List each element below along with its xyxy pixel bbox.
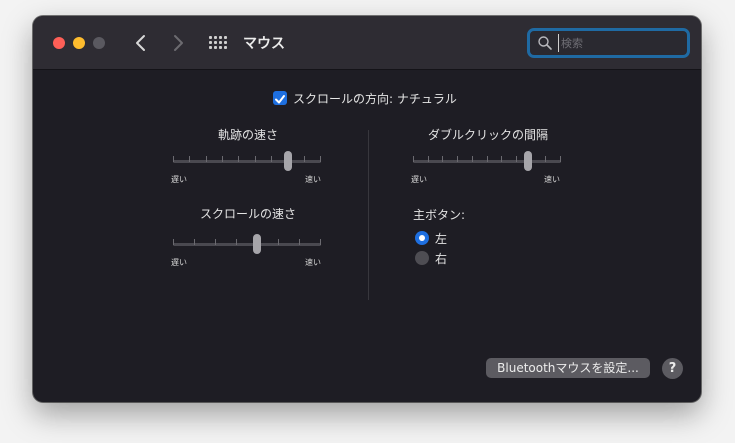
grid-dot bbox=[209, 36, 212, 39]
tracking-speed-label: 軌跡の速さ bbox=[217, 128, 278, 142]
scroll-speed-slider[interactable] bbox=[173, 234, 321, 254]
scroll-speed-min-label: 遅い bbox=[171, 258, 187, 267]
scroll-direction-label: スクロールの方向: ナチュラル bbox=[293, 92, 457, 106]
slider-tick bbox=[173, 156, 174, 162]
grid-dot bbox=[214, 36, 217, 39]
slider-tick bbox=[215, 239, 216, 245]
minimize-button[interactable] bbox=[73, 37, 85, 49]
chevron-right-icon bbox=[174, 35, 183, 51]
slider-tick bbox=[189, 156, 190, 162]
double-click-max-label: 速い bbox=[544, 175, 560, 184]
slider-tick bbox=[428, 156, 429, 162]
slider-tick bbox=[206, 156, 207, 162]
primary-button-right-option[interactable]: 右 bbox=[415, 250, 475, 266]
back-button[interactable] bbox=[128, 30, 154, 56]
slider-tick bbox=[271, 156, 272, 162]
tracking-speed-max-label: 速い bbox=[305, 175, 321, 184]
double-click-speed-slider[interactable] bbox=[413, 151, 561, 171]
scroll-direction-checkbox[interactable] bbox=[273, 91, 287, 105]
double-click-min-label: 遅い bbox=[411, 175, 427, 184]
magnifier-icon bbox=[538, 36, 552, 50]
forward-button[interactable] bbox=[165, 30, 191, 56]
column-divider bbox=[368, 130, 369, 300]
radio-right[interactable] bbox=[415, 251, 429, 265]
slider-tick bbox=[320, 239, 321, 245]
slider-tick bbox=[238, 156, 239, 162]
help-button[interactable]: ? bbox=[662, 358, 683, 379]
tracking-speed-slider[interactable] bbox=[173, 151, 321, 171]
grid-dot bbox=[224, 41, 227, 44]
grid-dot bbox=[224, 36, 227, 39]
slider-tick bbox=[236, 239, 237, 245]
grid-dot bbox=[224, 46, 227, 49]
slider-tick bbox=[442, 156, 443, 162]
slider-tick bbox=[222, 156, 223, 162]
slider-tick bbox=[516, 156, 517, 162]
grid-dot bbox=[219, 36, 222, 39]
scroll-speed-max-label: 速い bbox=[305, 258, 321, 267]
scroll-speed-label: スクロールの速さ bbox=[199, 207, 296, 221]
close-button[interactable] bbox=[53, 37, 65, 49]
slider-tick bbox=[194, 239, 195, 245]
show-all-grid-icon[interactable] bbox=[209, 36, 229, 50]
slider-tick bbox=[173, 239, 174, 245]
slider-tick bbox=[487, 156, 488, 162]
slider-tick bbox=[320, 156, 321, 162]
titlebar: マウス bbox=[33, 16, 701, 70]
slider-track bbox=[173, 160, 321, 163]
slider-tick bbox=[299, 239, 300, 245]
slider-tick bbox=[413, 156, 414, 162]
slider-thumb[interactable] bbox=[284, 151, 292, 171]
system-preferences-window: マウス スクロールの方向: ナチュラル 軌跡の速さ 遅い 速い スクロールの速さ… bbox=[33, 16, 701, 402]
search-input[interactable] bbox=[558, 34, 683, 52]
grid-dot bbox=[219, 41, 222, 44]
double-click-speed-label: ダブルクリックの間隔 bbox=[427, 128, 548, 142]
primary-button-left-option[interactable]: 左 bbox=[415, 230, 475, 246]
radio-left-label: 左 bbox=[435, 232, 448, 246]
grid-dot bbox=[214, 46, 217, 49]
slider-tick bbox=[304, 156, 305, 162]
chevron-left-icon bbox=[136, 35, 145, 51]
grid-dot bbox=[214, 41, 217, 44]
slider-thumb[interactable] bbox=[253, 234, 261, 254]
slider-tick bbox=[278, 239, 279, 245]
radio-left[interactable] bbox=[415, 231, 429, 245]
tracking-speed-min-label: 遅い bbox=[171, 175, 187, 184]
zoom-button[interactable] bbox=[93, 37, 105, 49]
search-field[interactable] bbox=[527, 28, 690, 58]
slider-tick bbox=[501, 156, 502, 162]
grid-dot bbox=[209, 46, 212, 49]
primary-button-label: 主ボタン: bbox=[413, 208, 466, 222]
radio-right-label: 右 bbox=[435, 252, 448, 266]
checkmark-icon bbox=[275, 95, 285, 104]
slider-tick bbox=[472, 156, 473, 162]
grid-dot bbox=[219, 46, 222, 49]
slider-tick bbox=[255, 156, 256, 162]
slider-tick bbox=[457, 156, 458, 162]
slider-thumb[interactable] bbox=[524, 151, 532, 171]
setup-bluetooth-mouse-button[interactable]: Bluetoothマウスを設定... bbox=[486, 358, 650, 378]
window-title: マウス bbox=[243, 36, 285, 52]
grid-dot bbox=[209, 41, 212, 44]
slider-tick bbox=[560, 156, 561, 162]
slider-tick bbox=[545, 156, 546, 162]
